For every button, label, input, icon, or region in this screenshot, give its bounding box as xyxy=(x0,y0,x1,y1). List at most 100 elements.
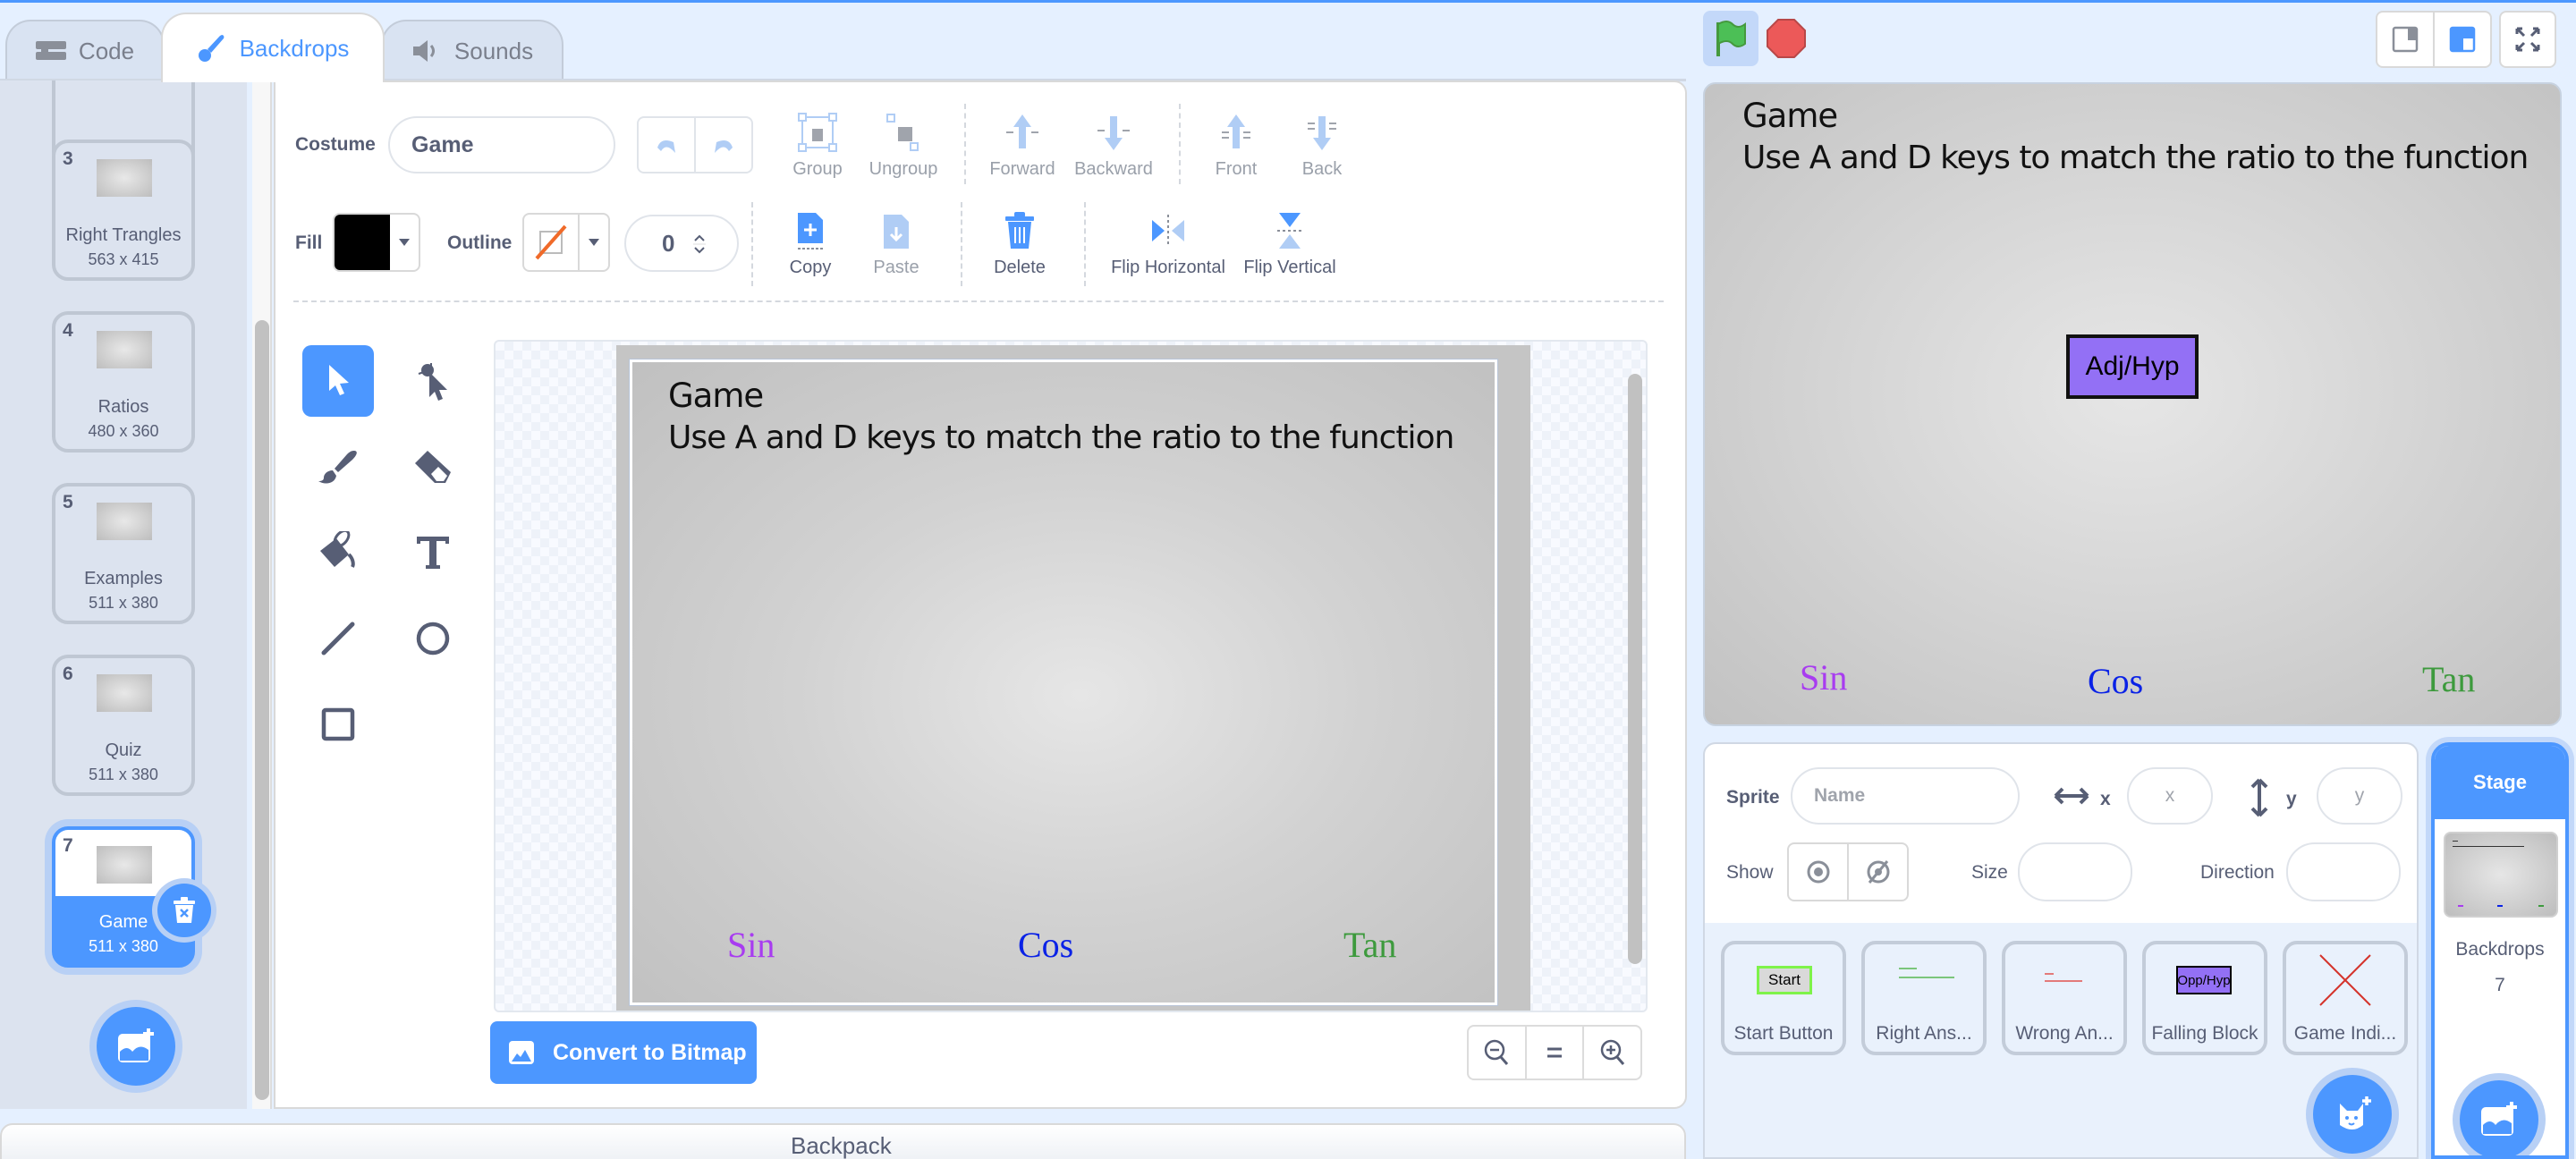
outline-color-picker[interactable] xyxy=(522,213,610,272)
backward-button[interactable]: Backward xyxy=(1064,113,1163,180)
backdrop-number: 7 xyxy=(63,835,73,856)
flip-horizontal-label: Flip Horizontal xyxy=(1111,258,1225,277)
backdrop-item[interactable]: 3 Right Trangles 563 x 415 xyxy=(52,140,195,281)
x-input[interactable]: x xyxy=(2127,767,2213,825)
backdrops-label: Backdrops xyxy=(2455,939,2545,960)
y-input[interactable]: y xyxy=(2317,767,2402,825)
no-color-icon xyxy=(535,224,567,260)
start-button-thumbnail: Start xyxy=(1757,966,1812,994)
forward-label: Forward xyxy=(989,159,1055,179)
size-input[interactable] xyxy=(2018,842,2132,901)
front-label: Front xyxy=(1215,159,1258,179)
tab-sounds[interactable]: Sounds xyxy=(381,20,564,80)
outline-width-input[interactable]: 0 xyxy=(624,215,739,272)
thumbnail-mark xyxy=(2497,905,2503,907)
sprite-item[interactable]: Wrong An... xyxy=(2002,941,2127,1055)
backdrop-item[interactable]: 6 Quiz 511 x 380 xyxy=(52,655,195,796)
zoom-reset-button[interactable] xyxy=(1527,1027,1585,1079)
stop-sign-icon xyxy=(1767,19,1806,58)
sprite-item[interactable]: Start Start Button xyxy=(1721,941,1846,1055)
choose-sprite-button[interactable] xyxy=(2313,1075,2392,1154)
circle-icon xyxy=(416,622,450,656)
line-tool[interactable] xyxy=(302,603,374,674)
sprite-list: Start Start Button Right Ans... Wrong An… xyxy=(1703,923,2419,1159)
redo-button[interactable] xyxy=(696,118,751,172)
convert-to-bitmap-button[interactable]: Convert to Bitmap xyxy=(490,1021,757,1084)
stage-label-sin: Sin xyxy=(1800,657,1848,698)
flip-vertical-icon xyxy=(1277,213,1302,249)
fill-tool[interactable] xyxy=(302,517,374,588)
hide-button[interactable] xyxy=(1849,844,1907,900)
large-stage-icon xyxy=(2449,26,2476,53)
large-stage-button[interactable] xyxy=(2435,13,2490,66)
stage-thumbnail xyxy=(2444,832,2558,918)
backdrop-list-scrollbar[interactable] xyxy=(252,80,272,1109)
canvas-scrollbar[interactable] xyxy=(1628,374,1642,964)
copy-icon xyxy=(798,213,823,250)
stepper-arrows-icon[interactable] xyxy=(692,233,707,256)
backdrop-item[interactable]: 5 Examples 511 x 380 xyxy=(52,483,195,624)
front-icon xyxy=(1222,114,1250,148)
eraser-tool[interactable] xyxy=(397,431,469,503)
fill-color-picker[interactable] xyxy=(333,213,420,272)
tab-code-label: Code xyxy=(78,37,135,64)
show-label: Show xyxy=(1726,862,1774,883)
flip-vertical-button[interactable]: Flip Vertical xyxy=(1240,211,1340,278)
paintbrush-icon xyxy=(198,35,224,62)
sprite-item[interactable]: Right Ans... xyxy=(1861,941,1987,1055)
show-button[interactable] xyxy=(1789,844,1849,900)
backdrop-item[interactable]: 4 Ratios 480 x 360 xyxy=(52,311,195,453)
tab-backdrops[interactable]: Backdrops xyxy=(161,13,385,82)
rectangle-tool[interactable] xyxy=(302,689,374,760)
undo-icon xyxy=(657,140,675,153)
zoom-out-button[interactable] xyxy=(1469,1027,1527,1079)
sprite-item[interactable]: Game Indi... xyxy=(2283,941,2408,1055)
stage-canvas[interactable]: Game Use A and D keys to match the ratio… xyxy=(1703,82,2562,726)
select-tool[interactable] xyxy=(302,345,374,417)
stop-button[interactable] xyxy=(1766,18,1807,63)
code-blocks-icon xyxy=(35,41,66,60)
ungroup-button[interactable]: Ungroup xyxy=(859,113,948,180)
tab-code[interactable]: Code xyxy=(5,20,165,80)
group-button[interactable]: Group xyxy=(785,113,850,180)
brush-icon xyxy=(318,451,357,484)
delete-backdrop-button[interactable] xyxy=(157,884,211,937)
ungroup-label: Ungroup xyxy=(869,159,938,179)
zoom-in-button[interactable] xyxy=(1584,1027,1640,1079)
delete-button[interactable]: Delete xyxy=(984,211,1055,278)
reshape-tool[interactable] xyxy=(397,345,469,417)
backpack-bar[interactable]: Backpack xyxy=(0,1123,1686,1159)
copy-button[interactable]: Copy xyxy=(778,211,843,278)
falling-block-sprite[interactable]: Adj/Hyp xyxy=(2066,334,2199,399)
choose-backdrop-button[interactable] xyxy=(97,1007,175,1086)
back-button[interactable]: Back xyxy=(1284,113,1360,180)
fill-label: Fill xyxy=(295,233,323,253)
circle-tool[interactable] xyxy=(397,603,469,674)
brush-tool[interactable] xyxy=(302,431,374,503)
stage-size-toggle xyxy=(2376,11,2492,68)
paste-button[interactable]: Paste xyxy=(864,211,928,278)
costume-name-input[interactable]: Game xyxy=(388,116,615,173)
forward-button[interactable]: Forward xyxy=(982,113,1063,180)
flip-horizontal-button[interactable]: Flip Horizontal xyxy=(1106,211,1231,278)
green-flag-button[interactable] xyxy=(1703,11,1758,66)
fullscreen-button[interactable] xyxy=(2499,11,2556,68)
sprite-item[interactable]: Opp/Hyp Falling Block xyxy=(2142,941,2267,1055)
backdrop-size: 563 x 415 xyxy=(88,250,159,268)
fill-color-swatch xyxy=(335,215,390,270)
artwork-instruction: Use A and D keys to match the ratio to t… xyxy=(668,419,1454,456)
eye-slash-icon xyxy=(1867,860,1889,884)
backdrop-size: 480 x 360 xyxy=(88,422,159,440)
sprite-name-input[interactable]: Name xyxy=(1791,767,2020,825)
backdrops-count: 7 xyxy=(2495,975,2505,995)
direction-input[interactable] xyxy=(2286,842,2401,901)
backdrop-size: 511 x 380 xyxy=(89,766,158,783)
ungroup-icon xyxy=(886,114,919,151)
paint-canvas[interactable]: Game Use A and D keys to match the ratio… xyxy=(494,340,1648,1012)
front-button[interactable]: Front xyxy=(1199,113,1274,180)
choose-backdrop-stage-button[interactable] xyxy=(2460,1080,2538,1155)
undo-button[interactable] xyxy=(639,118,696,172)
stage-target-panel[interactable]: Stage Backdrops 7 xyxy=(2431,742,2569,1159)
small-stage-button[interactable] xyxy=(2377,13,2435,66)
text-tool[interactable] xyxy=(397,517,469,588)
